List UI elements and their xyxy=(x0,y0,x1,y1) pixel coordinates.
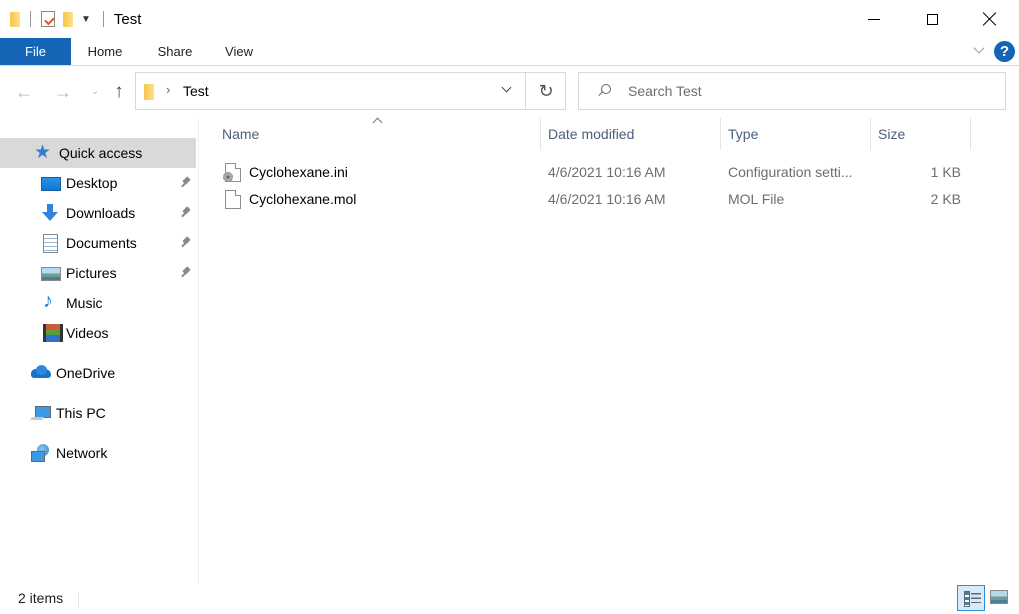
search-icon xyxy=(597,84,611,98)
sidebar-item-label: Music xyxy=(66,295,103,311)
quick-access-toolbar: ▼ Test xyxy=(8,8,141,30)
sidebar-item-quick-access[interactable]: Quick access xyxy=(0,138,196,168)
navigation-pane: Quick access Desktop Downloads Documents… xyxy=(0,120,199,584)
sidebar-item-label: Quick access xyxy=(59,145,143,161)
config-file-icon xyxy=(223,163,241,182)
tab-home[interactable]: Home xyxy=(78,38,132,65)
quick-access-star-icon xyxy=(34,141,52,164)
tab-file[interactable]: File xyxy=(0,38,71,65)
file-name[interactable]: Cyclohexane.ini xyxy=(249,159,348,186)
file-name[interactable]: Cyclohexane.mol xyxy=(249,186,356,213)
column-header-type[interactable]: Type xyxy=(720,118,870,150)
up-button[interactable]: ↑ xyxy=(108,80,130,104)
pin-icon[interactable] xyxy=(180,236,192,248)
close-icon xyxy=(983,12,997,26)
details-view-button[interactable] xyxy=(957,585,985,611)
sidebar-item-label: This PC xyxy=(56,405,106,421)
new-folder-icon[interactable] xyxy=(61,11,73,27)
column-header-name[interactable]: Name xyxy=(214,118,540,150)
column-header-date-modified[interactable]: Date modified xyxy=(540,118,720,150)
item-count: 2 items xyxy=(18,590,64,606)
expand-ribbon-chevron-icon[interactable] xyxy=(972,44,986,58)
file-row[interactable]: Cyclohexane.mol 4/6/2021 10:16 AM MOL Fi… xyxy=(214,186,974,213)
desktop-icon xyxy=(41,174,61,192)
file-date-modified: 4/6/2021 10:16 AM xyxy=(548,164,666,180)
pin-icon[interactable] xyxy=(180,266,192,278)
close-button[interactable] xyxy=(961,0,1019,38)
pin-icon[interactable] xyxy=(180,176,192,188)
column-header-size[interactable]: Size xyxy=(870,118,970,150)
sidebar-item-this-pc[interactable]: This PC xyxy=(0,398,196,428)
sidebar-item-label: OneDrive xyxy=(56,365,116,381)
pin-icon[interactable] xyxy=(180,206,192,218)
maximize-icon xyxy=(926,13,938,25)
status-divider xyxy=(78,592,79,608)
sidebar-item-label: Network xyxy=(56,445,108,461)
address-bar[interactable]: › Test ↻ xyxy=(135,72,566,110)
toolbar-divider xyxy=(30,11,31,27)
ribbon: File Home Share View ? xyxy=(0,38,1019,66)
sidebar-item-label: Videos xyxy=(66,325,109,341)
music-icon xyxy=(41,290,59,313)
forward-button[interactable]: → xyxy=(52,80,74,104)
sidebar-item-label: Documents xyxy=(66,235,137,251)
file-list: Name Date modified Type Size Cyclohexane… xyxy=(200,118,1019,584)
breadcrumb-separator[interactable]: › xyxy=(166,82,170,97)
folder-icon xyxy=(8,11,20,27)
sidebar-item-network[interactable]: Network xyxy=(0,438,196,468)
onedrive-icon xyxy=(31,364,51,382)
generic-file-icon xyxy=(225,190,241,209)
column-divider[interactable] xyxy=(970,118,971,150)
window-controls xyxy=(845,0,1019,38)
back-button[interactable]: ← xyxy=(13,80,35,104)
file-size: 1 KB xyxy=(930,164,961,180)
downloads-icon xyxy=(41,204,59,222)
help-button[interactable]: ? xyxy=(994,41,1015,62)
sidebar-item-label: Desktop xyxy=(66,175,118,191)
sidebar-item-label: Downloads xyxy=(66,205,136,221)
properties-icon[interactable] xyxy=(41,11,55,27)
status-bar: 2 items xyxy=(0,584,1019,614)
sidebar-item-label: Pictures xyxy=(66,265,117,281)
file-size: 2 KB xyxy=(930,191,961,207)
refresh-button[interactable]: ↻ xyxy=(526,73,566,109)
sidebar-item-onedrive[interactable]: OneDrive xyxy=(0,358,196,388)
sidebar-item-downloads[interactable]: Downloads xyxy=(0,198,196,228)
sidebar-item-pictures[interactable]: Pictures xyxy=(0,258,196,288)
address-history-dropdown-icon[interactable] xyxy=(500,83,514,97)
breadcrumb-item-test[interactable]: Test xyxy=(183,83,209,99)
sidebar-item-documents[interactable]: Documents xyxy=(0,228,196,258)
videos-icon xyxy=(41,324,63,342)
network-icon xyxy=(31,444,49,462)
file-type: MOL File xyxy=(728,191,785,207)
toolbar-divider xyxy=(102,11,104,27)
navigation-bar: ← → ⌄ ↑ › Test ↻ xyxy=(0,72,1019,112)
file-type: Configuration setti... xyxy=(728,164,853,180)
customize-dropdown-icon[interactable]: ▼ xyxy=(81,14,91,25)
large-icons-view-button[interactable] xyxy=(990,590,1008,604)
sidebar-item-music[interactable]: Music xyxy=(0,288,196,318)
search-input[interactable] xyxy=(628,81,988,101)
sidebar-item-videos[interactable]: Videos xyxy=(0,318,196,348)
window-title: Test xyxy=(113,10,142,28)
file-date-modified: 4/6/2021 10:16 AM xyxy=(548,191,666,207)
this-pc-icon xyxy=(31,404,51,422)
file-row[interactable]: Cyclohexane.ini 4/6/2021 10:16 AM Config… xyxy=(214,159,974,186)
documents-icon xyxy=(41,234,59,253)
minimize-button[interactable] xyxy=(845,0,903,38)
minimize-icon xyxy=(868,18,880,20)
title-bar: ▼ Test xyxy=(0,0,1019,38)
maximize-button[interactable] xyxy=(903,0,961,38)
pictures-icon xyxy=(41,264,61,282)
tab-share[interactable]: Share xyxy=(148,38,202,65)
sidebar-item-desktop[interactable]: Desktop xyxy=(0,168,196,198)
folder-icon xyxy=(144,84,154,100)
recent-locations-button[interactable]: ⌄ xyxy=(84,80,106,104)
search-box[interactable] xyxy=(578,72,1006,110)
tab-view[interactable]: View xyxy=(214,38,264,65)
pane-splitter[interactable] xyxy=(198,118,199,584)
